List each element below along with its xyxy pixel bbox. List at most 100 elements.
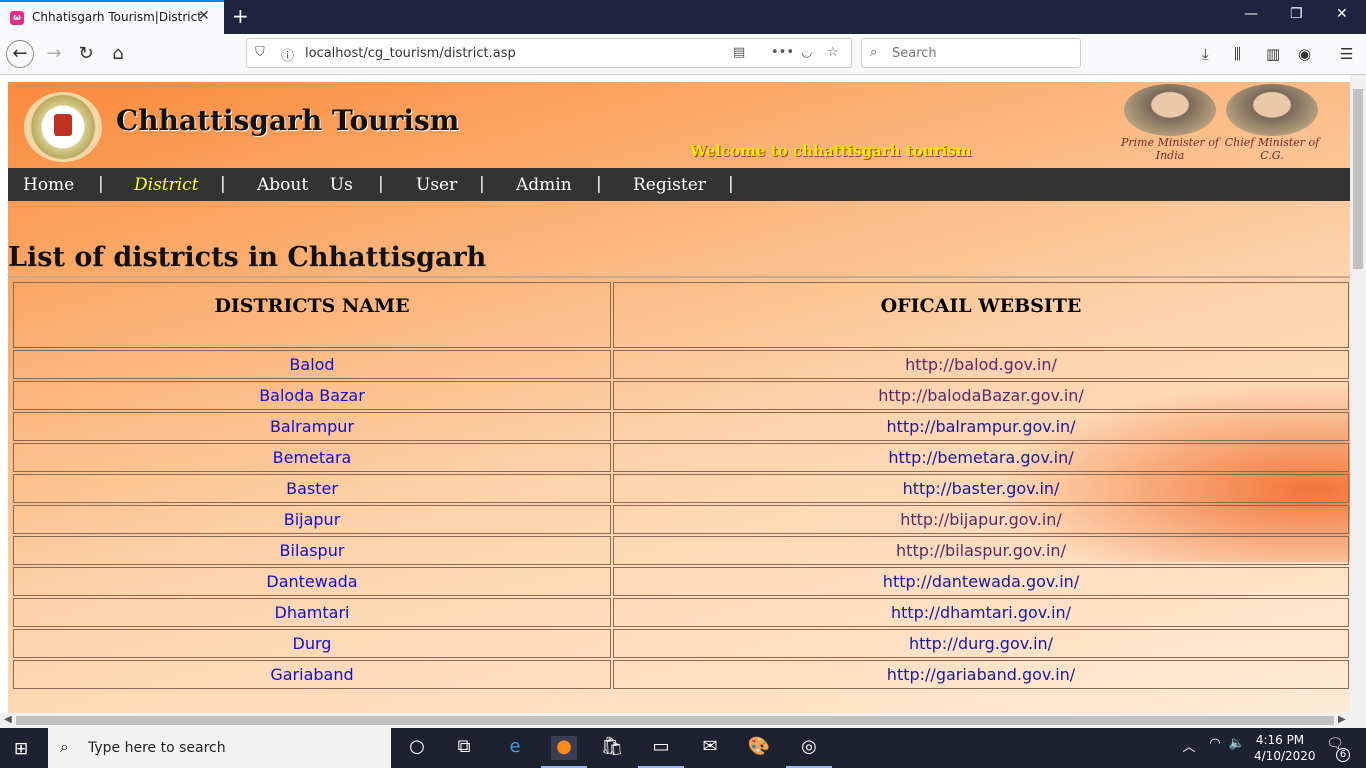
home-icon[interactable]: ⌂ <box>104 40 132 68</box>
forward-icon[interactable]: → <box>40 40 68 68</box>
windows-start-icon[interactable]: ⊞ <box>14 739 28 759</box>
search-icon: ⌕ <box>870 45 878 60</box>
menu-separator: | <box>378 174 384 194</box>
menu-separator: | <box>728 174 734 194</box>
leader-caption: Prime Minister of India <box>1120 136 1220 162</box>
account-icon[interactable]: ◉ <box>1298 45 1311 63</box>
taskbar-search-input[interactable]: ⌕ Type here to search <box>48 728 391 768</box>
table-row: Bemetara http://bemetara.gov.in/ <box>13 443 1349 472</box>
shield-icon[interactable]: ⛉ <box>255 45 265 60</box>
cortana-icon[interactable]: ○ <box>404 736 430 760</box>
table-row: Baloda Bazar http://balodaBazar.gov.in/ <box>13 381 1349 410</box>
menu-separator: | <box>98 174 104 194</box>
bookmark-star-icon[interactable]: ☆ <box>827 45 839 60</box>
page-actions-icon[interactable]: ••• <box>771 45 794 60</box>
taskbar-search-placeholder: Type here to search <box>88 740 226 756</box>
district-link[interactable]: Bilaspur <box>280 541 345 560</box>
url-bar[interactable]: ⛉ ⓘ localhost/cg_tourism/district.asp ▤ … <box>246 38 852 68</box>
clock[interactable]: 4:16 PM 4/10/2020 <box>1254 732 1316 764</box>
website-link[interactable]: http://balrampur.gov.in/ <box>886 417 1075 436</box>
minimize-icon[interactable]: — <box>1244 6 1258 22</box>
menu-icon[interactable]: ☰ <box>1340 45 1353 63</box>
website-link[interactable]: http://bilaspur.gov.in/ <box>896 541 1066 560</box>
firefox-icon[interactable]: ● <box>551 736 577 760</box>
restore-icon[interactable]: ❐ <box>1290 6 1303 22</box>
menu-separator: | <box>479 174 485 194</box>
window-close-icon[interactable]: ✕ <box>1336 6 1348 22</box>
sidebar-icon[interactable]: ▥ <box>1266 45 1280 63</box>
website-link[interactable]: http://balod.gov.in/ <box>905 355 1057 374</box>
clock-date: 4/10/2020 <box>1254 749 1316 763</box>
leader-photo <box>1124 84 1216 136</box>
menu-separator: | <box>220 174 226 194</box>
app-icon[interactable]: ◎ <box>796 736 822 760</box>
pocket-icon[interactable]: ◡ <box>801 45 812 60</box>
close-tab-icon[interactable]: ✕ <box>198 8 210 24</box>
district-link[interactable]: Durg <box>293 634 332 653</box>
column-header: DISTRICTS NAME <box>13 282 611 348</box>
district-link[interactable]: Dantewada <box>266 572 357 591</box>
vertical-scroll-thumb[interactable] <box>1353 89 1363 269</box>
mail-icon[interactable]: ✉ <box>697 736 723 760</box>
menu-home[interactable]: Home <box>23 175 74 195</box>
column-header: OFICAIL WEBSITE <box>613 282 1349 348</box>
download-icon[interactable]: ⤓ <box>1202 45 1209 63</box>
district-link[interactable]: Bemetara <box>273 448 352 467</box>
table-row: Balod http://balod.gov.in/ <box>13 350 1349 379</box>
district-link[interactable]: Baloda Bazar <box>259 386 365 405</box>
website-link[interactable]: http://gariaband.gov.in/ <box>887 665 1075 684</box>
site-container: Chhattisgarh Tourism Welcome to chhattis… <box>8 82 1350 713</box>
district-link[interactable]: Bijapur <box>284 510 341 529</box>
website-link[interactable]: http://dantewada.gov.in/ <box>883 572 1079 591</box>
paint-icon[interactable]: 🎨 <box>746 736 772 760</box>
reader-view-icon[interactable]: ▤ <box>733 45 745 60</box>
site-favicon-icon: ω <box>10 11 24 25</box>
leader-caption: Chief Minister of C.G. <box>1224 136 1320 162</box>
table-row: Dhamtari http://dhamtari.gov.in/ <box>13 598 1349 627</box>
library-icon[interactable]: ⫼ <box>1234 45 1241 63</box>
scroll-right-icon[interactable]: ▶ <box>1338 714 1346 725</box>
store-icon[interactable]: 🛍 <box>599 736 625 760</box>
site-title: Chhattisgarh Tourism <box>116 104 460 137</box>
website-link[interactable]: http://dhamtari.gov.in/ <box>891 603 1071 622</box>
horizontal-scrollbar[interactable]: ◀ ▶ <box>0 713 1366 728</box>
url-text[interactable]: localhost/cg_tourism/district.asp <box>305 46 516 61</box>
clock-time: 4:16 PM <box>1255 733 1305 747</box>
menu-district[interactable]: District <box>134 175 199 195</box>
reload-icon[interactable]: ↻ <box>72 40 100 68</box>
browser-tab[interactable]: ω Chhatisgarh Tourism|District ✕ <box>0 0 224 34</box>
website-link[interactable]: http://baster.gov.in/ <box>903 479 1060 498</box>
horizontal-scroll-thumb[interactable] <box>16 716 1334 725</box>
chief-minister-portrait: Chief Minister of C.G. <box>1222 84 1322 162</box>
task-view-icon[interactable]: ⧉ <box>451 736 477 760</box>
table-row: Dantewada http://dantewada.gov.in/ <box>13 567 1349 596</box>
district-link[interactable]: Dhamtari <box>275 603 350 622</box>
terminal-icon[interactable]: ▭ <box>648 736 674 760</box>
menu-user[interactable]: User <box>416 175 457 195</box>
website-link[interactable]: http://bijapur.gov.in/ <box>900 510 1062 529</box>
website-link[interactable]: http://balodaBazar.gov.in/ <box>878 386 1084 405</box>
new-tab-icon[interactable]: + <box>232 4 249 28</box>
table-row: Bilaspur http://bilaspur.gov.in/ <box>13 536 1349 565</box>
vertical-scrollbar[interactable] <box>1350 75 1366 713</box>
notification-count-badge: 6 <box>1336 748 1350 762</box>
menu-admin[interactable]: Admin <box>516 175 572 195</box>
back-icon[interactable]: ← <box>6 40 34 68</box>
site-header: Chhattisgarh Tourism Welcome to chhattis… <box>8 82 1350 168</box>
volume-icon[interactable]: 🔈 <box>1224 736 1250 760</box>
edge-icon[interactable]: e <box>502 736 528 760</box>
menu-register[interactable]: Register <box>633 175 706 195</box>
info-icon[interactable]: ⓘ <box>281 45 294 64</box>
page-viewport: Chhattisgarh Tourism Welcome to chhattis… <box>0 75 1350 713</box>
scroll-left-icon[interactable]: ◀ <box>4 714 12 725</box>
search-input[interactable]: ⌕ Search <box>861 38 1081 68</box>
table-row: Durg http://durg.gov.in/ <box>13 629 1349 658</box>
website-link[interactable]: http://bemetara.gov.in/ <box>888 448 1073 467</box>
district-link[interactable]: Baster <box>286 479 338 498</box>
tray-chevron-icon[interactable]: ︿ <box>1176 736 1202 760</box>
district-link[interactable]: Gariaband <box>270 665 353 684</box>
menu-about-us[interactable]: About Us <box>257 175 353 195</box>
district-link[interactable]: Balrampur <box>270 417 354 436</box>
district-link[interactable]: Balod <box>289 355 334 374</box>
website-link[interactable]: http://durg.gov.in/ <box>909 634 1053 653</box>
